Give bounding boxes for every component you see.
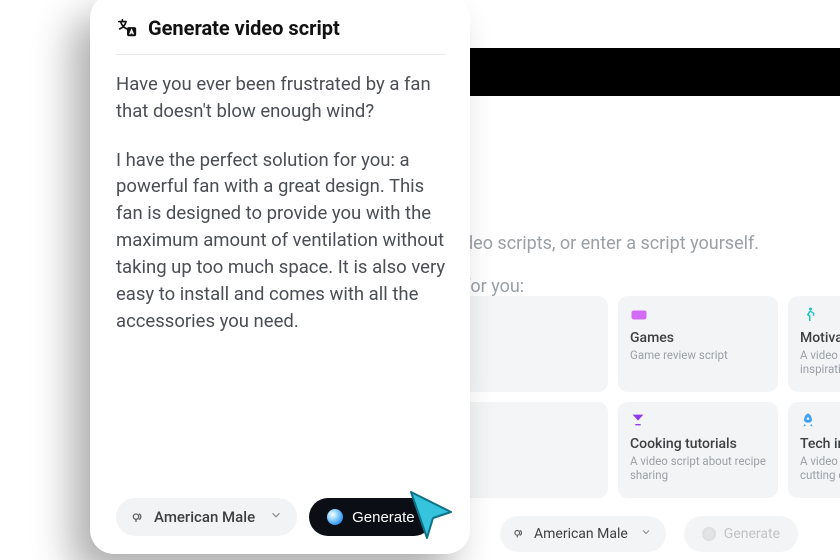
card-icon bbox=[448, 306, 596, 326]
card-title: Cooking tutorials bbox=[630, 436, 766, 452]
voice-label: American Male bbox=[534, 526, 628, 542]
script-paragraph: I have the perfect solution for you: a p… bbox=[116, 147, 446, 335]
cocktail-icon bbox=[630, 412, 766, 432]
card-title: Tech info bbox=[800, 436, 840, 452]
gamepad-icon bbox=[630, 306, 766, 326]
suggestion-card[interactable] bbox=[448, 402, 608, 498]
card-desc bbox=[448, 348, 596, 362]
suggestion-cards-grid: Games Game review script Motivational st… bbox=[448, 296, 840, 498]
popup-title: Generate video script bbox=[148, 16, 340, 40]
suggestion-card-motivational[interactable]: Motivational stories A video script abou… bbox=[788, 296, 840, 392]
card-desc: Game review script bbox=[630, 348, 766, 362]
page-title-fragment: pt bbox=[430, 122, 840, 155]
script-text-area[interactable]: Have you ever been frustrated by a fan t… bbox=[116, 71, 446, 490]
popup-header: Generate video script bbox=[116, 16, 446, 55]
script-paragraph: Have you ever been frustrated by a fan t… bbox=[116, 71, 446, 125]
translate-icon bbox=[116, 17, 138, 39]
suggestion-card[interactable] bbox=[448, 296, 608, 392]
suggestion-card-games[interactable]: Games Game review script bbox=[618, 296, 778, 392]
card-title bbox=[448, 436, 596, 452]
page-subtitle: te video scripts, or enter a script your… bbox=[430, 233, 840, 254]
generate-button-disabled: Generate bbox=[684, 516, 798, 552]
bg-controls-row: American Male Generate bbox=[500, 516, 798, 552]
voice-icon bbox=[130, 510, 144, 524]
voice-select-bg[interactable]: American Male bbox=[500, 516, 666, 552]
orb-icon bbox=[327, 509, 343, 525]
card-title: Motivational stories bbox=[800, 330, 840, 346]
chevron-down-icon bbox=[269, 508, 283, 526]
card-desc bbox=[448, 454, 596, 468]
voice-icon bbox=[512, 527, 526, 541]
running-icon bbox=[800, 306, 840, 326]
card-title bbox=[448, 330, 596, 346]
suggestions-heading: ipts for you: bbox=[430, 276, 840, 297]
card-desc: A video script about cutting edge techno… bbox=[800, 454, 840, 483]
card-title: Games bbox=[630, 330, 766, 346]
suggestion-card-tech[interactable]: Tech info A video script about cutting e… bbox=[788, 402, 840, 498]
chevron-down-icon bbox=[640, 526, 652, 542]
voice-label: American Male bbox=[154, 508, 255, 526]
card-icon bbox=[448, 412, 596, 432]
generate-label: Generate bbox=[724, 526, 780, 542]
voice-select[interactable]: American Male bbox=[116, 498, 297, 536]
orb-icon-disabled bbox=[702, 527, 716, 541]
generate-script-popup: Generate video script Have you ever been… bbox=[90, 0, 470, 554]
popup-controls-row: American Male Generate bbox=[116, 498, 446, 536]
suggestion-card-cooking[interactable]: Cooking tutorials A video script about r… bbox=[618, 402, 778, 498]
card-desc: A video script about an inspirational st… bbox=[800, 348, 840, 377]
rocket-icon bbox=[800, 412, 840, 432]
card-desc: A video script about recipe sharing bbox=[630, 454, 766, 483]
generate-button[interactable]: Generate bbox=[309, 498, 433, 536]
generate-label: Generate bbox=[352, 509, 415, 526]
